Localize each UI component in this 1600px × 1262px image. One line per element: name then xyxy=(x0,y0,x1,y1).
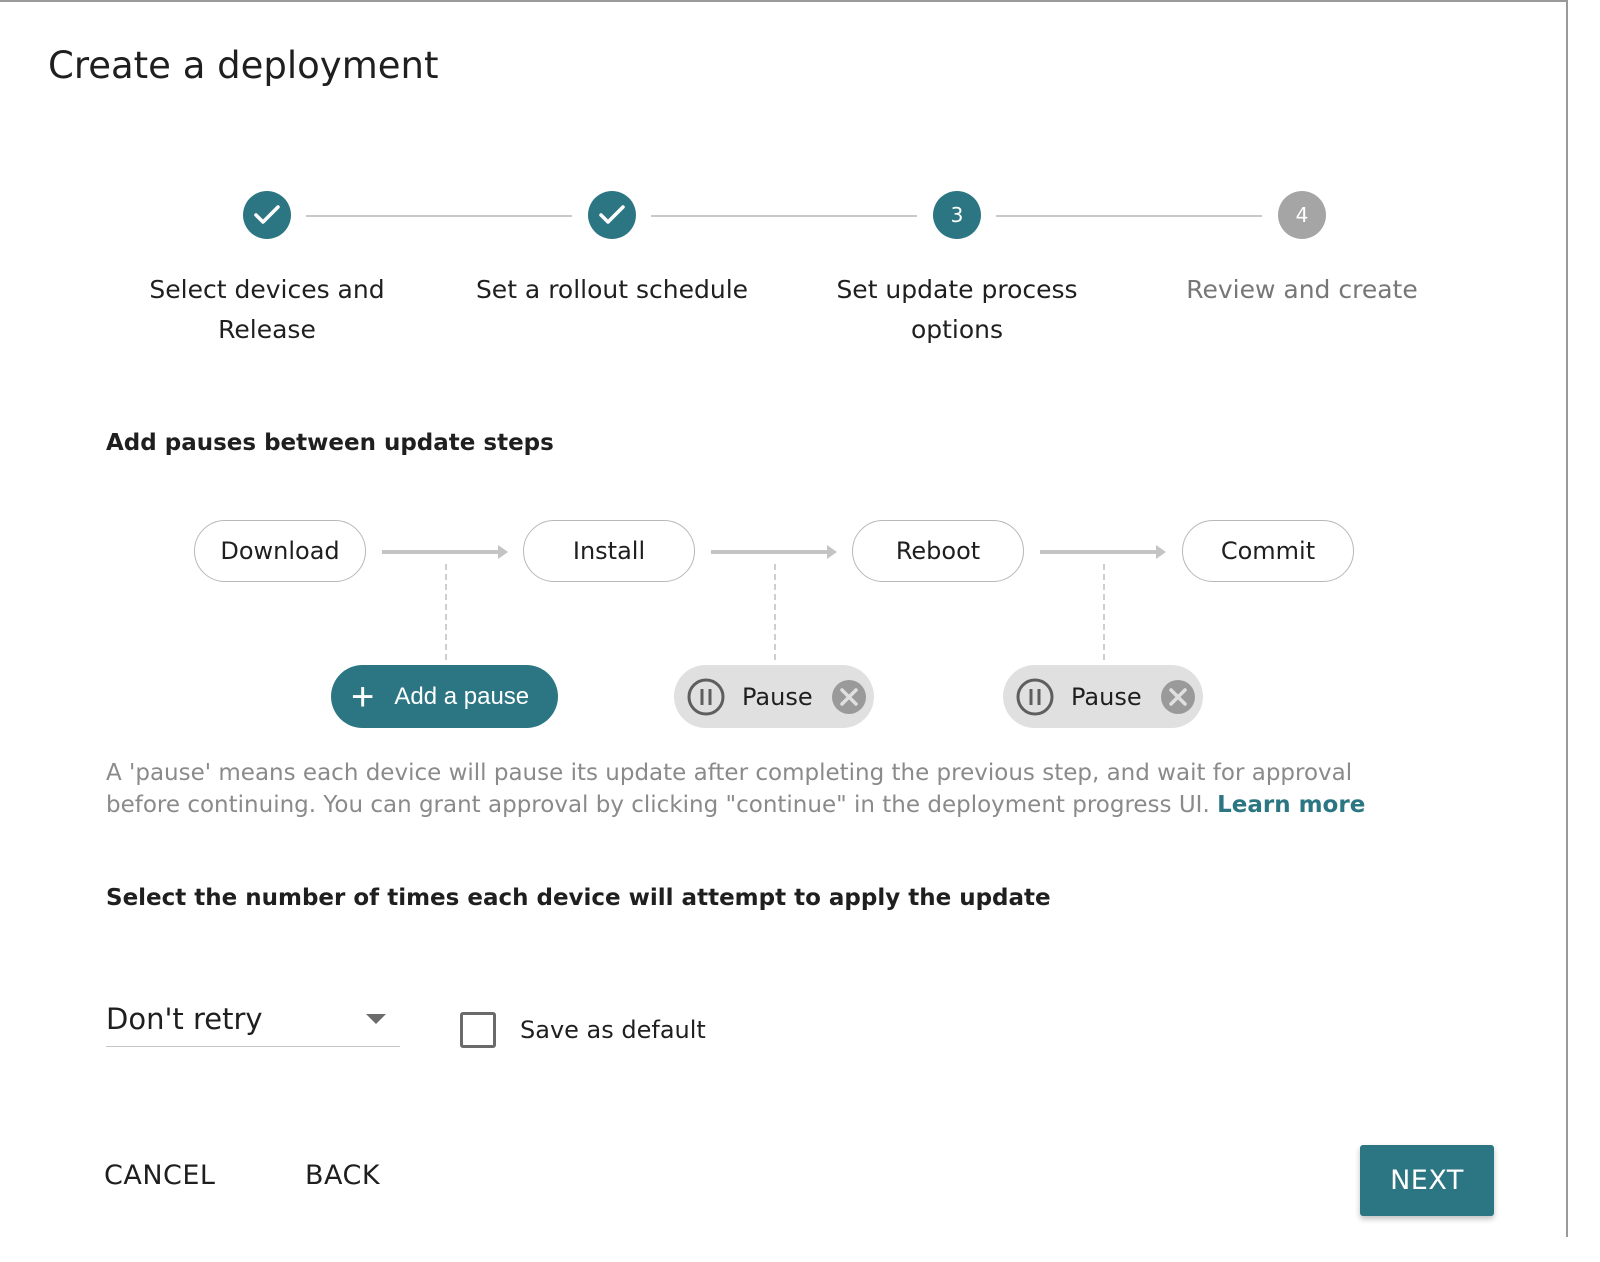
add-pause-label: Add a pause xyxy=(394,682,530,710)
step-3-label: Set update process options xyxy=(836,275,1078,344)
plus-icon: + xyxy=(351,674,375,719)
pause-chip-install: Pause xyxy=(674,665,874,728)
flow-dash-connector xyxy=(774,564,776,660)
step-1-label: Select devices and Release xyxy=(149,275,385,344)
save-default-checkbox[interactable] xyxy=(460,1012,496,1048)
save-default-option[interactable]: Save as default xyxy=(460,1012,706,1048)
pause-chip-reboot: Pause xyxy=(1003,665,1203,728)
create-deployment-dialog: Create a deployment 3 4 Select devices a… xyxy=(0,0,1568,1237)
step-2-label: Set a rollout schedule xyxy=(475,275,749,304)
stepper-connector xyxy=(306,215,572,217)
step-4-label: Review and create xyxy=(1186,275,1418,304)
add-pause-button[interactable]: + Add a pause xyxy=(331,665,558,728)
retry-selected-value: Don't retry xyxy=(106,1002,263,1036)
remove-pause-close-icon[interactable] xyxy=(1160,679,1196,715)
pauses-heading: Add pauses between update steps xyxy=(106,430,554,456)
learn-more-link[interactable]: Learn more xyxy=(1217,792,1365,818)
flow-step-commit: Commit xyxy=(1182,520,1354,582)
flow-arrow xyxy=(1040,545,1166,559)
flow-dash-connector xyxy=(445,564,447,660)
step-2-check-icon xyxy=(588,191,636,239)
retries-heading: Select the number of times each device w… xyxy=(106,885,1051,911)
stepper-connector xyxy=(996,215,1262,217)
dropdown-caret-icon xyxy=(366,1014,386,1024)
cancel-button[interactable]: CANCEL xyxy=(104,1160,215,1191)
dialog-title: Create a deployment xyxy=(48,44,439,87)
pause-icon xyxy=(687,678,725,715)
remove-pause-close-icon[interactable] xyxy=(831,679,867,715)
flow-dash-connector xyxy=(1103,564,1105,660)
retry-count-select[interactable]: Don't retry xyxy=(106,992,400,1047)
save-default-label[interactable]: Save as default xyxy=(520,1016,706,1044)
flow-step-download: Download xyxy=(194,520,366,582)
step-3-number: 3 xyxy=(933,191,981,239)
pause-chip-label: Pause xyxy=(1071,682,1142,711)
pause-icon xyxy=(1016,678,1054,715)
stepper-connector xyxy=(651,215,917,217)
step-1-check-icon xyxy=(243,191,291,239)
flow-step-install: Install xyxy=(523,520,695,582)
next-button[interactable]: NEXT xyxy=(1360,1145,1494,1216)
pause-help-text: A 'pause' means each device will pause i… xyxy=(106,757,1406,821)
back-button[interactable]: BACK xyxy=(305,1160,380,1191)
pause-help-body: A 'pause' means each device will pause i… xyxy=(106,760,1353,818)
pause-chip-label: Pause xyxy=(742,682,813,711)
flow-arrow xyxy=(711,545,837,559)
flow-arrow xyxy=(382,545,508,559)
step-4-number: 4 xyxy=(1278,191,1326,239)
flow-step-reboot: Reboot xyxy=(852,520,1024,582)
